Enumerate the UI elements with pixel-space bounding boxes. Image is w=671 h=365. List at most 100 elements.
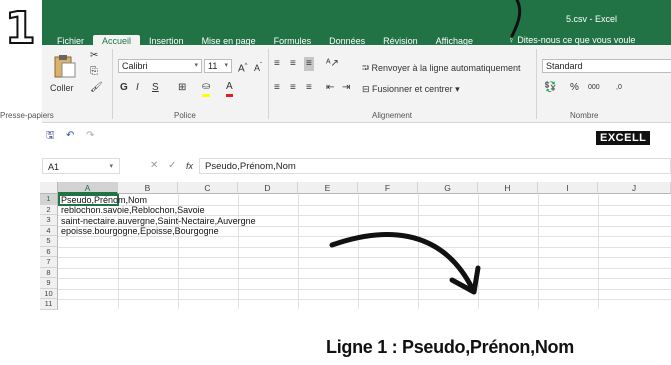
- orientation-icon[interactable]: ᴬ↗: [326, 57, 339, 71]
- select-all-corner[interactable]: [40, 182, 58, 194]
- enter-icon[interactable]: ✓: [168, 159, 176, 173]
- redo-icon[interactable]: ↷: [86, 129, 94, 143]
- title-bar: 5.csv - Excel Fichier Accueil Insertion …: [42, 0, 671, 48]
- align-right-icon[interactable]: ≡: [306, 81, 312, 95]
- row-header[interactable]: 10: [40, 288, 58, 299]
- cell-a1[interactable]: Pseudo,Prénom,Nom: [61, 195, 147, 205]
- gridline: [58, 267, 671, 269]
- bold-button[interactable]: G: [120, 81, 128, 95]
- step-number: 1: [4, 2, 34, 48]
- currency-icon[interactable]: 💱: [544, 81, 556, 95]
- row-header[interactable]: 4: [40, 225, 58, 236]
- align-center-icon[interactable]: ≡: [290, 81, 296, 95]
- column-header-b[interactable]: B: [118, 182, 178, 194]
- font-size-select[interactable]: 11 ▾: [204, 59, 232, 73]
- ribbon-body: Coller ✂ ⎘ 🖌 Presse-papiers Calibri ▾ 11 ▾…: [0, 45, 671, 123]
- save-icon[interactable]: 🖫: [46, 129, 55, 143]
- column-header-e[interactable]: E: [298, 182, 358, 194]
- cell-a4[interactable]: epoisse.bourgogne,Epoisse,Bourgogne: [61, 226, 219, 236]
- gridline: [58, 299, 671, 300]
- cell-a3[interactable]: saint-nectaire.auvergne,Saint-Nectaire,A…: [61, 216, 256, 226]
- column-header-c[interactable]: C: [178, 182, 238, 194]
- italic-button[interactable]: I: [136, 81, 139, 95]
- wrap-text-button[interactable]: ⮒ Renvoyer à la ligne automatiquement: [362, 61, 521, 77]
- font-group-label: Police: [174, 111, 196, 120]
- gridline: [58, 278, 671, 279]
- row-header[interactable]: 5: [40, 236, 58, 247]
- shrink-font-icon[interactable]: Aˇ: [254, 59, 262, 75]
- undo-icon[interactable]: ↶: [66, 129, 74, 143]
- align-bottom-icon[interactable]: ≡: [304, 57, 314, 71]
- row-header[interactable]: 2: [40, 204, 58, 215]
- gridline: [358, 194, 359, 309]
- gridline: [298, 194, 299, 309]
- cell-a2[interactable]: reblochon.savoie,Reblochon,Savoie: [61, 205, 205, 215]
- copy-icon[interactable]: ⎘: [90, 65, 98, 79]
- grow-font-icon[interactable]: A^: [238, 59, 248, 76]
- cut-icon[interactable]: ✂: [90, 49, 98, 63]
- row-header[interactable]: 9: [40, 278, 58, 289]
- excel-banner: EXCELL: [596, 131, 651, 145]
- group-divider: [112, 49, 113, 119]
- chevron-down-icon: ▾: [455, 84, 460, 94]
- svg-text:1: 1: [5, 3, 34, 48]
- gridline: [238, 194, 239, 309]
- paste-label: Coller: [50, 83, 74, 93]
- column-header-f[interactable]: F: [358, 182, 418, 194]
- format-painter-icon[interactable]: 🖌: [90, 81, 103, 95]
- group-divider: [536, 49, 537, 119]
- merge-icon: ⊟: [362, 84, 373, 94]
- gridline: [58, 236, 671, 237]
- increase-indent-icon[interactable]: ⇥: [342, 81, 350, 95]
- thousands-button[interactable]: 000: [588, 81, 600, 95]
- align-left-icon[interactable]: ≡: [274, 81, 280, 95]
- gridline: [58, 288, 671, 290]
- underline-button[interactable]: S: [152, 81, 159, 95]
- formula-bar: A1 ▾ ✕ ✓ fx Pseudo,Prénom,Nom: [0, 154, 671, 176]
- quick-access-toolbar: 🖫 ↶ ↷: [0, 123, 671, 150]
- column-header-a[interactable]: A: [58, 182, 118, 194]
- gridline: [598, 194, 599, 309]
- chevron-down-icon: ▾: [224, 62, 228, 69]
- merge-center-button[interactable]: ⊟ Fusionner et centrer ▾: [362, 84, 460, 95]
- alignment-group-label: Alignement: [372, 111, 413, 120]
- paste-button[interactable]: Coller: [48, 53, 80, 99]
- font-color-icon[interactable]: A: [226, 80, 233, 97]
- row-header[interactable]: 11: [40, 299, 58, 310]
- borders-icon[interactable]: ⊞: [178, 81, 186, 95]
- insert-function-button[interactable]: fx: [186, 159, 193, 173]
- gridline: [478, 194, 479, 309]
- row-header[interactable]: 3: [40, 215, 58, 226]
- number-group-label: Nombre: [570, 111, 599, 120]
- fill-color-icon[interactable]: ⛀: [202, 80, 211, 97]
- number-format-select[interactable]: Standard: [542, 59, 671, 73]
- row-header[interactable]: 8: [40, 267, 58, 278]
- lightbulb-icon: ♀: [508, 35, 518, 45]
- tell-me-box[interactable]: ♀ Dites-nous ce que vous voule: [508, 35, 635, 45]
- decrease-indent-icon[interactable]: ⇤: [326, 81, 334, 95]
- window-title: 5.csv - Excel: [566, 14, 618, 24]
- column-header-i[interactable]: I: [538, 182, 598, 194]
- row-header[interactable]: 7: [40, 257, 58, 268]
- paste-icon: [54, 55, 76, 78]
- column-header-j[interactable]: J: [598, 182, 671, 194]
- font-family-select[interactable]: Calibri ▾: [118, 59, 202, 73]
- align-top-icon[interactable]: ≡: [274, 57, 280, 71]
- percent-button[interactable]: %: [570, 81, 579, 95]
- gridline: [58, 257, 671, 258]
- gridline: [418, 194, 419, 309]
- chevron-down-icon: ▾: [109, 163, 113, 170]
- column-header-d[interactable]: D: [238, 182, 298, 194]
- row-header[interactable]: 1: [40, 194, 58, 205]
- column-header-h[interactable]: H: [478, 182, 538, 194]
- row-header[interactable]: 6: [40, 246, 58, 257]
- align-middle-icon[interactable]: ≡: [290, 57, 296, 71]
- chevron-down-icon: ▾: [194, 62, 198, 69]
- increase-decimal-icon[interactable]: ,0: [616, 81, 622, 95]
- column-header-g[interactable]: G: [418, 182, 478, 194]
- gridline: [58, 246, 671, 248]
- formula-input[interactable]: Pseudo,Prénom,Nom: [199, 158, 671, 174]
- name-box[interactable]: A1 ▾: [42, 158, 120, 174]
- annotation-caption: Ligne 1 : Pseudo,Prénon,Nom: [326, 337, 574, 357]
- cancel-icon[interactable]: ✕: [150, 159, 158, 173]
